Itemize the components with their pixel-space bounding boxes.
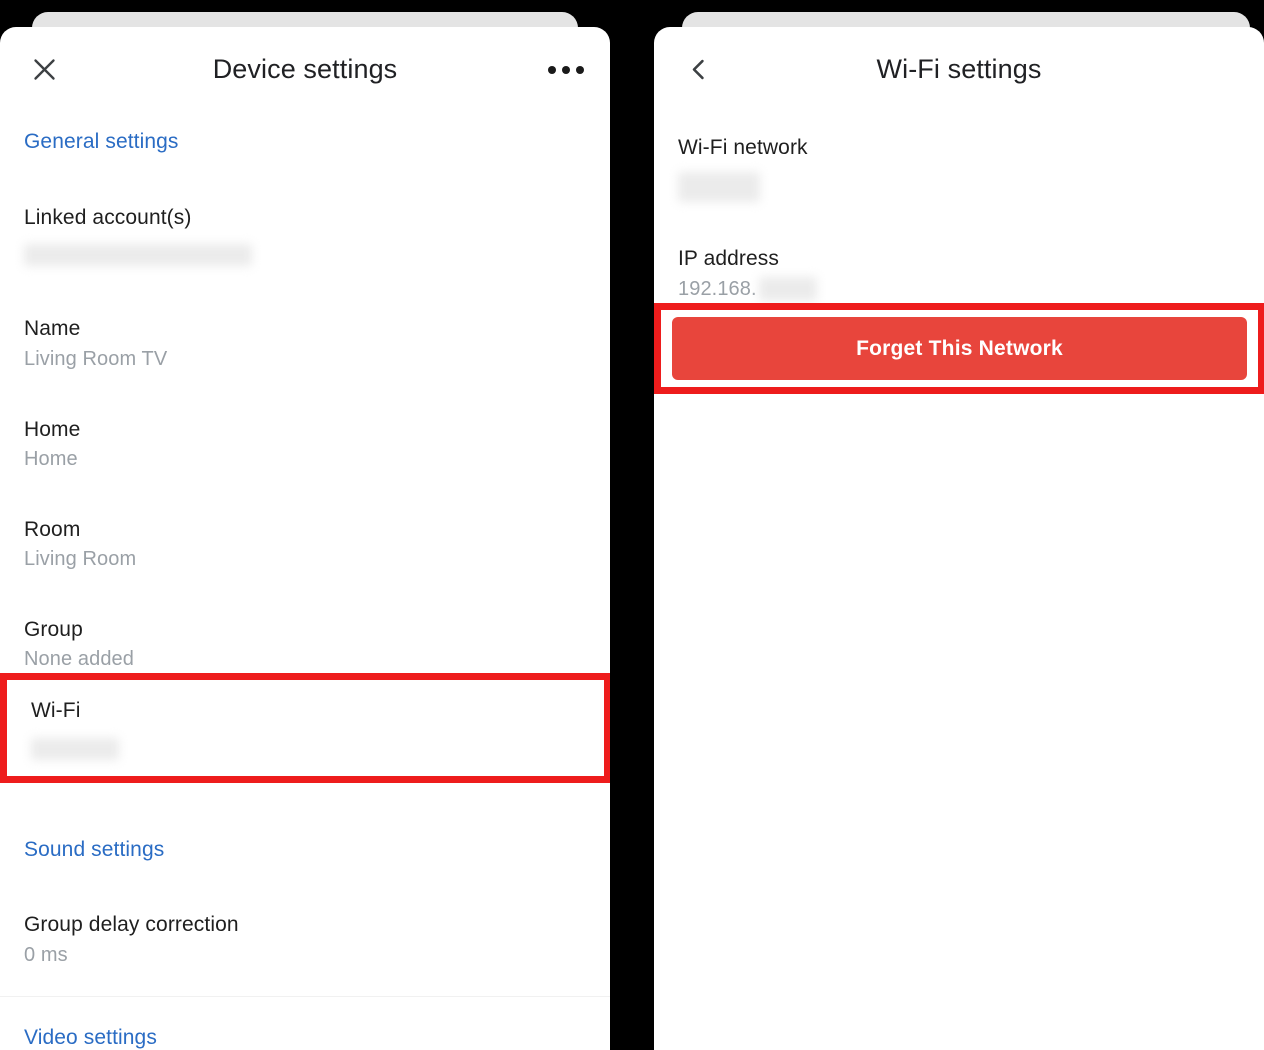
row-label: Linked account(s) xyxy=(24,206,192,229)
row-value: None added xyxy=(24,648,134,671)
row-label: Group delay correction xyxy=(24,913,239,937)
device-settings-sheet: Device settings General settings Linked … xyxy=(0,27,610,1050)
row-group[interactable]: Group None added xyxy=(24,617,586,672)
row-linked-accounts[interactable]: Linked account(s) xyxy=(24,205,586,267)
wifi-settings-content: Wi-Fi network IP address 192.168. xyxy=(654,135,1264,302)
wifi-settings-header: Wi-Fi settings xyxy=(654,27,1264,112)
section-heading-sound-settings[interactable]: Sound settings xyxy=(24,838,586,862)
redaction-bar xyxy=(758,277,817,302)
back-chevron-icon[interactable] xyxy=(676,48,720,92)
row-value-redacted xyxy=(678,164,1240,203)
redaction-bar xyxy=(678,172,760,203)
row-value: Living Room TV xyxy=(24,347,168,370)
forget-button-wrap: Forget This Network xyxy=(661,310,1258,387)
device-settings-header: Device settings xyxy=(0,27,610,112)
row-label: IP address xyxy=(678,247,780,271)
device-settings-content: General settings Linked account(s) Name … xyxy=(0,130,610,1050)
row-value-redacted xyxy=(31,727,580,761)
annotation-box-wifi-row: Wi-Fi xyxy=(0,673,610,783)
device-settings-panel: Device settings General settings Linked … xyxy=(0,0,610,1050)
forget-this-network-button[interactable]: Forget This Network xyxy=(672,317,1247,380)
wifi-settings-sheet: Wi-Fi settings Wi-Fi network IP address … xyxy=(654,27,1264,1050)
row-label: Wi-Fi network xyxy=(678,136,808,159)
row-label: Name xyxy=(24,317,81,341)
row-value: Living Room xyxy=(24,548,137,570)
row-home[interactable]: Home Home xyxy=(24,417,586,472)
row-label: Group xyxy=(24,618,83,641)
ip-address-text: 192.168. xyxy=(678,277,757,300)
page-title: Device settings xyxy=(212,54,398,84)
row-wifi[interactable]: Wi-Fi xyxy=(7,680,604,761)
row-label: Wi-Fi xyxy=(31,699,81,722)
wifi-settings-panel: Wi-Fi settings Wi-Fi network IP address … xyxy=(654,0,1264,1050)
more-options-icon[interactable] xyxy=(544,48,588,92)
row-ip-address[interactable]: IP address 192.168. xyxy=(678,246,1240,302)
overflow-dots xyxy=(548,65,584,74)
redaction-bar xyxy=(24,244,252,267)
annotation-box-forget-network: Forget This Network xyxy=(654,303,1264,394)
row-value: 192.168. xyxy=(678,276,1240,302)
section-divider xyxy=(0,995,610,997)
redaction-bar xyxy=(31,738,119,761)
row-wifi-network[interactable]: Wi-Fi network xyxy=(678,135,1240,203)
row-value: 0 ms xyxy=(24,943,68,966)
section-heading-general-settings[interactable]: General settings xyxy=(24,130,586,154)
row-room[interactable]: Room Living Room xyxy=(24,517,586,572)
row-value-redacted xyxy=(24,234,586,267)
row-name[interactable]: Name Living Room TV xyxy=(24,316,586,371)
close-icon[interactable] xyxy=(22,48,66,92)
row-label: Home xyxy=(24,417,81,441)
row-value: Home xyxy=(24,447,78,470)
section-heading-video-settings[interactable]: Video settings xyxy=(24,1026,586,1050)
screenshot-root: Device settings General settings Linked … xyxy=(0,0,1264,1050)
row-label: Room xyxy=(24,517,81,541)
page-title: Wi-Fi settings xyxy=(876,54,1042,84)
row-group-delay-correction[interactable]: Group delay correction 0 ms xyxy=(24,912,586,967)
